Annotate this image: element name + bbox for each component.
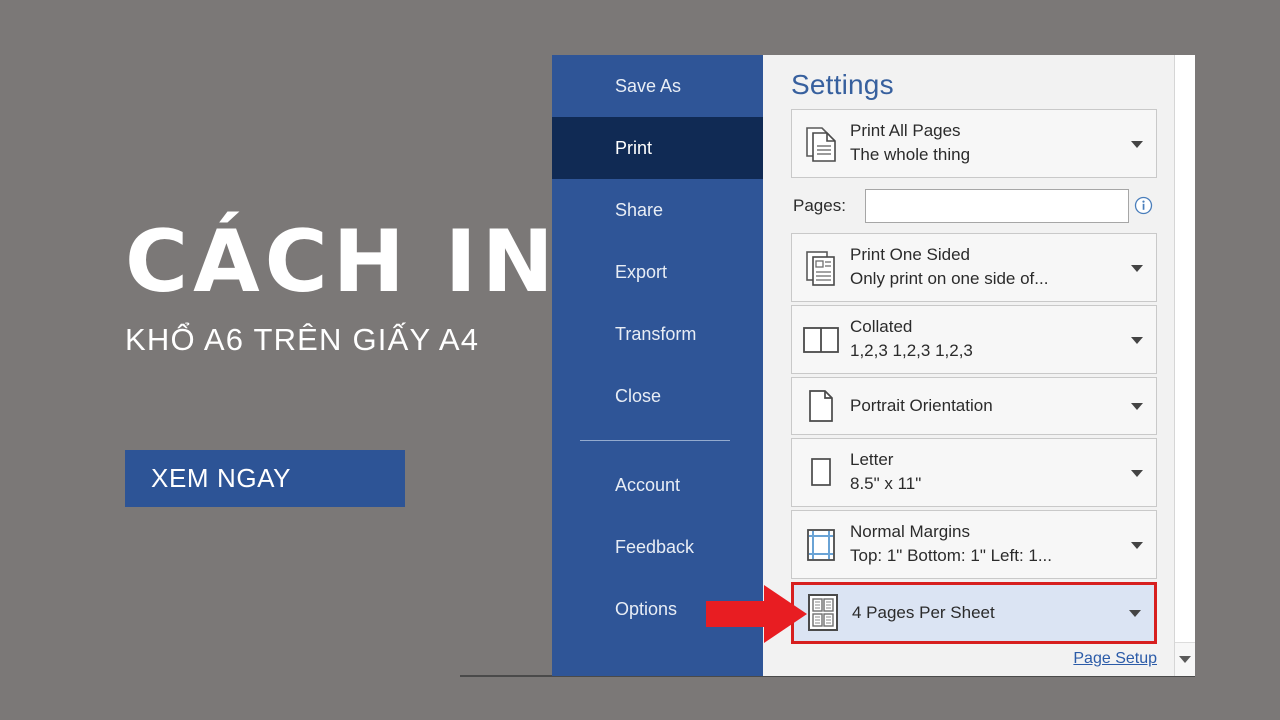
sidebar-label: Close xyxy=(615,385,662,406)
chevron-down-icon[interactable] xyxy=(1131,264,1143,272)
print-sides-texts: Print One Sided Only print on one side o… xyxy=(850,244,1156,292)
collated-icon xyxy=(792,325,850,355)
margins-primary: Normal Margins xyxy=(850,521,970,541)
print-range-secondary: The whole thing xyxy=(850,144,971,164)
scroll-down-button[interactable] xyxy=(1175,642,1195,676)
margins-icon xyxy=(792,527,850,563)
sidebar-item-export[interactable]: Export xyxy=(552,241,763,303)
sidebar-item-share[interactable]: Share xyxy=(552,179,763,241)
page-setup-row: Page Setup xyxy=(1073,650,1157,668)
pages-per-sheet-primary: 4 Pages Per Sheet xyxy=(852,602,995,622)
pages-per-sheet-texts: 4 Pages Per Sheet xyxy=(852,602,1154,625)
pages-input[interactable] xyxy=(865,188,1129,223)
paper-size-dropdown[interactable]: Letter 8.5" x 11" xyxy=(791,438,1157,507)
print-settings-pane: Settings Print All Pages The whole thing… xyxy=(763,55,1195,676)
settings-options-list: Print All Pages The whole thing Pages: P… xyxy=(763,109,1195,644)
chevron-down-icon[interactable] xyxy=(1131,469,1143,477)
sidebar-label: Transform xyxy=(615,323,697,344)
sidebar-label: Options xyxy=(615,598,678,619)
xem-ngay-button[interactable]: XEM NGAY xyxy=(125,450,405,507)
paper-size-texts: Letter 8.5" x 11" xyxy=(850,449,1156,497)
sidebar-divider xyxy=(580,440,730,441)
print-sides-dropdown[interactable]: Print One Sided Only print on one side o… xyxy=(791,233,1157,302)
chevron-down-icon xyxy=(1179,656,1191,663)
sidebar-label: Print xyxy=(615,137,653,158)
collation-texts: Collated 1,2,3 1,2,3 1,2,3 xyxy=(850,316,1156,364)
page-title: CÁCH IN xyxy=(125,212,559,312)
orientation-primary: Portrait Orientation xyxy=(850,395,993,415)
sidebar-item-feedback[interactable]: Feedback xyxy=(552,516,763,578)
sidebar-item-account[interactable]: Account xyxy=(552,454,763,516)
collation-secondary: 1,2,3 1,2,3 1,2,3 xyxy=(850,340,973,360)
print-range-texts: Print All Pages The whole thing xyxy=(850,120,1156,168)
paper-size-icon xyxy=(792,456,850,490)
chevron-down-icon[interactable] xyxy=(1131,140,1143,148)
page-setup-link[interactable]: Page Setup xyxy=(1073,650,1157,667)
orientation-dropdown[interactable]: Portrait Orientation xyxy=(791,377,1157,435)
page-subtitle: KHỔ A6 TRÊN GIẤY A4 xyxy=(125,321,480,357)
sidebar-item-print[interactable]: Print xyxy=(552,117,763,179)
print-one-sided-icon xyxy=(792,249,850,287)
collation-dropdown[interactable]: Collated 1,2,3 1,2,3 1,2,3 xyxy=(791,305,1157,374)
xem-ngay-label: XEM NGAY xyxy=(151,463,292,493)
pages-per-sheet-dropdown[interactable]: 4 Pages Per Sheet xyxy=(791,582,1157,644)
red-arrow-icon xyxy=(706,583,808,645)
print-range-primary: Print All Pages xyxy=(850,120,961,140)
sidebar-label: Export xyxy=(615,261,668,282)
orientation-texts: Portrait Orientation xyxy=(850,395,1156,418)
slide-canvas: CÁCH IN KHỔ A6 TRÊN GIẤY A4 XEM NGAY Sav… xyxy=(0,0,1280,720)
margins-secondary: Top: 1" Bottom: 1" Left: 1... xyxy=(850,545,1053,565)
info-icon[interactable] xyxy=(1129,196,1157,215)
portrait-orientation-icon xyxy=(792,388,850,424)
print-range-dropdown[interactable]: Print All Pages The whole thing xyxy=(791,109,1157,178)
margins-dropdown[interactable]: Normal Margins Top: 1" Bottom: 1" Left: … xyxy=(791,510,1157,579)
settings-scrollbar[interactable] xyxy=(1174,55,1195,676)
chevron-down-icon[interactable] xyxy=(1131,403,1143,410)
chevron-down-icon[interactable] xyxy=(1131,336,1143,344)
chevron-down-icon[interactable] xyxy=(1129,610,1141,617)
sidebar-label: Account xyxy=(615,474,681,495)
print-sides-secondary: Only print on one side of... xyxy=(850,268,1049,288)
sidebar-label: Save As xyxy=(615,75,682,96)
margins-texts: Normal Margins Top: 1" Bottom: 1" Left: … xyxy=(850,521,1156,569)
print-all-pages-icon xyxy=(792,125,850,163)
paper-size-primary: Letter xyxy=(850,449,894,469)
pages-row: Pages: xyxy=(791,181,1157,230)
sidebar-label: Share xyxy=(615,199,664,220)
word-backstage-window: Save As Print Share Export Transform Clo… xyxy=(552,55,1195,676)
sidebar-item-transform[interactable]: Transform xyxy=(552,303,763,365)
promo-block: CÁCH IN KHỔ A6 TRÊN GIẤY A4 XEM NGAY xyxy=(125,212,559,507)
sidebar-item-close[interactable]: Close xyxy=(552,365,763,427)
sidebar-item-save-as[interactable]: Save As xyxy=(552,55,763,117)
paper-size-secondary: 8.5" x 11" xyxy=(850,473,922,493)
print-sides-primary: Print One Sided xyxy=(850,244,971,264)
pages-label: Pages: xyxy=(793,195,846,215)
collation-primary: Collated xyxy=(850,316,913,336)
settings-heading: Settings xyxy=(791,69,894,100)
chevron-down-icon[interactable] xyxy=(1131,541,1143,549)
sidebar-label: Feedback xyxy=(615,536,695,557)
